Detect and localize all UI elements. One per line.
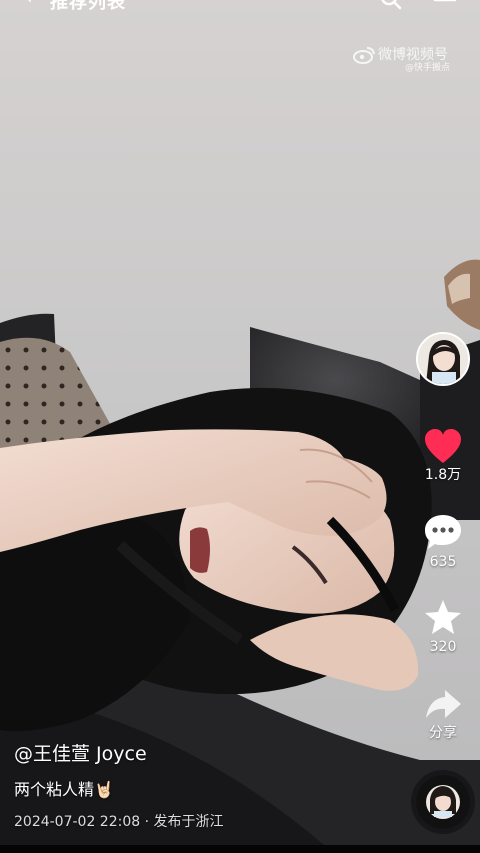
share-label: 分享 (429, 725, 457, 741)
creator-avatar-icon[interactable] (416, 332, 470, 386)
page-title: 推荐列表 (50, 0, 126, 13)
weibo-logo-icon (353, 47, 375, 64)
bottom-safe-area (0, 845, 480, 853)
avatar-image (418, 334, 468, 384)
star-icon (425, 600, 461, 634)
comment-count: 635 (429, 554, 457, 570)
watermark-title: 微博视频号 (378, 47, 448, 63)
top-bar: ‹ 推荐列表 (0, 0, 480, 14)
weibo-watermark: 微博视频号 @快手搬点 (352, 45, 462, 77)
share-arrow-icon (426, 690, 461, 718)
like-button[interactable]: 1.8万 (410, 428, 476, 494)
video-description: 两个粘人精🤘🏻 (14, 780, 114, 799)
favorite-button[interactable]: 320 (410, 598, 476, 664)
publish-meta: 2024-07-02 22:08 · 发布于浙江 (14, 814, 224, 830)
video-frame[interactable] (0, 0, 480, 853)
heart-icon (425, 429, 461, 463)
search-icon[interactable] (378, 0, 404, 12)
chevron-left-icon[interactable]: ‹ (24, 0, 33, 10)
more-icon[interactable] (432, 0, 458, 12)
music-disc-icon[interactable] (416, 775, 470, 829)
favorite-count: 320 (429, 639, 457, 655)
video-player-screen[interactable]: ‹ 推荐列表 微博视频号 @快手搬点 (0, 0, 480, 853)
comment-icon (425, 515, 461, 549)
watermark-source: @快手搬点 (405, 63, 451, 73)
comment-button[interactable]: 635 (410, 513, 476, 579)
disc-avatar-image (416, 775, 470, 829)
share-button[interactable]: 分享 (410, 686, 476, 752)
like-count: 1.8万 (424, 467, 462, 483)
author-name[interactable]: @王佳萱 Joyce (14, 741, 147, 767)
